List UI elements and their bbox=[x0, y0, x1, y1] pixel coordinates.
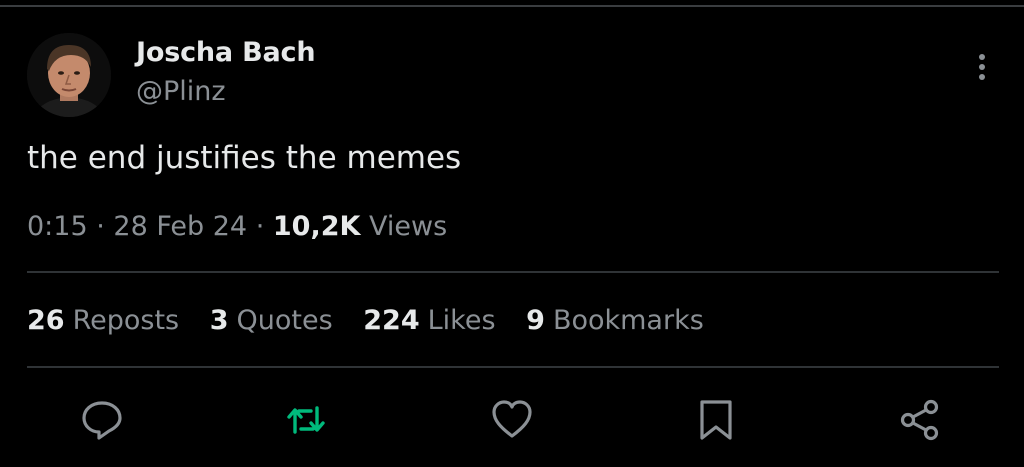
views-label: Views bbox=[369, 211, 448, 242]
tweet-detail: Joscha Bach @Plinz the end justifies the… bbox=[0, 0, 1024, 467]
heart-icon bbox=[492, 400, 532, 438]
more-vertical-icon[interactable] bbox=[970, 52, 994, 84]
reply-icon bbox=[82, 401, 122, 440]
bookmarks-count: 9 bbox=[526, 305, 545, 336]
likes-label: Likes bbox=[427, 305, 496, 336]
divider bbox=[27, 271, 999, 273]
avatar[interactable] bbox=[27, 33, 111, 117]
share-button[interactable] bbox=[898, 398, 942, 442]
tweet-date[interactable]: 28 Feb 24 bbox=[113, 211, 247, 242]
tweet-time[interactable]: 0:15 bbox=[27, 211, 88, 242]
reply-button[interactable] bbox=[80, 398, 124, 442]
author-name[interactable]: Joscha Bach bbox=[136, 37, 316, 68]
bookmark-button[interactable] bbox=[694, 398, 738, 442]
tweet-meta: 0:15 · 28 Feb 24 · 10,2K Views bbox=[27, 211, 447, 242]
share-icon bbox=[900, 399, 939, 441]
bookmark-icon bbox=[700, 400, 732, 440]
like-button[interactable] bbox=[490, 398, 534, 442]
quotes-label: Quotes bbox=[236, 305, 333, 336]
reposts-stat[interactable]: 26 Reposts bbox=[27, 305, 179, 336]
engagement-stats: 26 Reposts 3 Quotes 224 Likes 9 Bookmarks bbox=[27, 305, 726, 336]
bookmarks-label: Bookmarks bbox=[552, 305, 704, 336]
likes-stat[interactable]: 224 Likes bbox=[363, 305, 495, 336]
quotes-stat[interactable]: 3 Quotes bbox=[210, 305, 333, 336]
reposts-label: Reposts bbox=[72, 305, 180, 336]
divider bbox=[27, 366, 999, 368]
repost-button[interactable] bbox=[284, 398, 328, 442]
avatar-image bbox=[27, 33, 111, 117]
repost-icon bbox=[287, 406, 325, 434]
meta-separator: · bbox=[255, 211, 265, 242]
reposts-count: 26 bbox=[27, 305, 65, 336]
tweet-text: the end justifies the memes bbox=[27, 140, 462, 176]
quotes-count: 3 bbox=[209, 305, 229, 336]
likes-count: 224 bbox=[363, 305, 420, 336]
views-count: 10,2K bbox=[272, 211, 361, 242]
bookmarks-stat[interactable]: 9 Bookmarks bbox=[526, 305, 704, 336]
meta-separator: · bbox=[96, 211, 105, 242]
author-handle[interactable]: @Plinz bbox=[136, 76, 226, 107]
